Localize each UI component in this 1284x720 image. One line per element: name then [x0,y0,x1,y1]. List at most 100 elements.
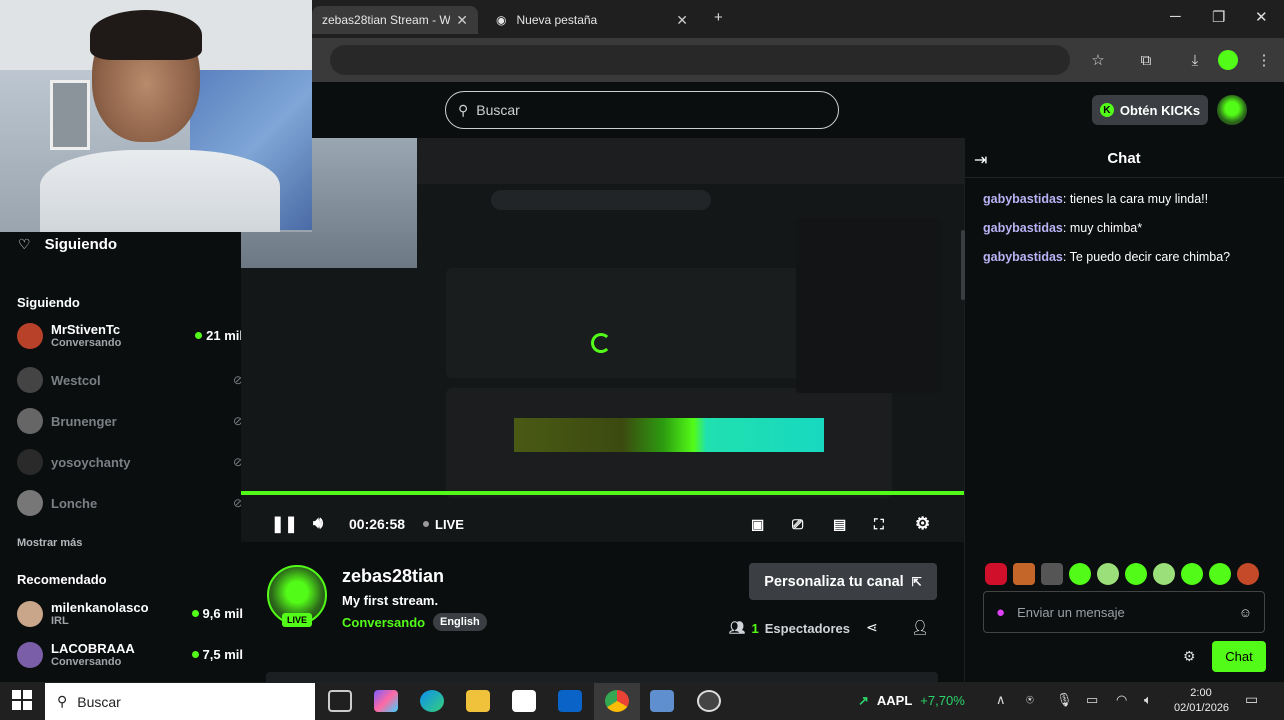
search-input[interactable]: ⚲ Buscar [445,91,839,129]
live-indicator: LIVE [423,507,464,541]
new-tab-button[interactable]: + [714,9,723,26]
clip-icon[interactable]: ⎚ [792,507,803,541]
sidebar-item-lacobraaa[interactable]: LACOBRAAA Conversando 7,5 mil [17,641,243,668]
theater-mode-icon[interactable]: ▤ [833,507,846,541]
video-progress-bar[interactable] [241,491,964,495]
sidebar-following-header[interactable]: ♡ Siguiendo [18,236,117,253]
store-icon[interactable] [512,690,536,712]
maximize-button[interactable]: ❐ [1212,8,1225,26]
emote-icon[interactable] [1153,563,1175,585]
device-icon[interactable]: ⍟ [1026,692,1034,708]
obs-icon[interactable] [697,690,721,712]
avatar [17,322,43,349]
menu-icon[interactable]: ⋮ [1252,48,1276,72]
pip-icon[interactable]: ▣ [751,507,764,541]
outlook-icon[interactable] [558,690,582,712]
loading-spinner-icon [591,333,611,353]
battery-icon[interactable]: ▭ [1086,692,1098,708]
copilot-icon[interactable] [374,690,398,712]
chrome-icon[interactable] [605,690,629,712]
users-icon: 👥︎ [729,620,746,635]
fullscreen-icon[interactable]: ⛶ [874,507,884,541]
taskbar-search-input[interactable]: ⚲ Buscar [45,683,315,720]
settings-gear-icon[interactable]: ⚙ [915,507,930,541]
emote-icon[interactable] [1069,563,1091,585]
show-more-link[interactable]: Mostrar más [17,537,82,549]
window-close-button[interactable]: ✕ [1255,8,1268,26]
language-tag[interactable]: English [433,613,487,631]
volume-icon[interactable]: 🔊︎ [313,507,323,541]
notification-icon[interactable]: ▭ [1245,691,1258,708]
emote-icon[interactable] [1097,563,1119,585]
webcam-hair [90,10,202,60]
sidebar-item-mrstiventc[interactable]: MrStivenTc Conversando 21 mil [17,322,243,349]
task-view-icon[interactable] [328,690,352,712]
channel-name[interactable]: zebas28tian [342,566,444,587]
emoji-icon[interactable]: ☺ [1239,605,1252,620]
live-dot [195,332,203,339]
emote-bar [985,563,1259,585]
video-frame-content [796,218,941,393]
scrollbar[interactable] [961,230,965,300]
avatar [17,367,43,393]
emote-icon[interactable] [1013,563,1035,585]
chat-message-input[interactable]: ● Enviar un mensaje ☺ [983,591,1265,633]
emote-icon[interactable] [1209,563,1231,585]
wifi-icon[interactable]: ◠ [1116,692,1127,708]
profile-avatar[interactable] [1218,50,1238,70]
emote-icon[interactable] [1041,563,1063,585]
avatar [17,449,43,475]
chat-settings-gear-icon[interactable]: ⚙ [1183,648,1196,665]
viewers-counter: 👥︎ 1 Espectadores [729,620,851,636]
live-dot [191,651,199,658]
webcam-shirt [40,150,280,232]
microphone-icon[interactable]: 🎙︎ [1056,692,1073,708]
follow-user-icon[interactable]: 👤︎ [911,619,929,636]
pause-icon[interactable]: ❚❚ [271,507,298,541]
close-icon[interactable]: ✕ [456,12,468,29]
chat-title: Chat [1107,150,1141,167]
star-icon[interactable]: ☆ [1086,48,1110,72]
stock-widget[interactable]: ↗ AAPL +7,70% [858,693,965,709]
emote-icon[interactable] [985,563,1007,585]
tab-label: zebas28tian Stream - Watch Liv [322,13,450,27]
sidebar-item-yosoychanty[interactable]: yosoychanty ⊘ [17,449,243,475]
app-icon[interactable] [650,690,674,712]
heart-icon: ♡ [18,236,31,252]
edge-icon[interactable] [420,690,444,712]
viewer-count: 7,5 mil [191,647,243,662]
download-icon[interactable]: ⤓ [1183,48,1207,72]
share-icon[interactable]: ⋖ [866,619,878,636]
extensions-icon[interactable]: ⧉ [1134,48,1158,72]
sidebar-item-lonche[interactable]: Lonche ⊘ [17,490,243,516]
microphone-icon[interactable]: ● [996,604,1005,621]
tab-label: Nueva pestaña [516,13,598,27]
chat-header: Chat [964,140,1284,178]
tab-stream[interactable]: zebas28tian Stream - Watch Liv ✕ [312,6,478,34]
user-avatar[interactable] [1217,95,1247,125]
tab-new[interactable]: ◉ Nueva pestaña ✕ [486,6,698,34]
omnibox[interactable] [330,45,1070,75]
emote-icon[interactable] [1181,563,1203,585]
close-icon[interactable]: ✕ [676,12,688,29]
chevron-up-icon[interactable]: ∧ [996,692,1006,708]
video-frame-content [514,418,824,452]
minimize-button[interactable]: ─ [1170,8,1181,25]
clock[interactable]: 2:00 02/01/2026 [1174,686,1229,716]
sidebar-item-brunenger[interactable]: Brunenger ⊘ [17,408,243,434]
windows-start-icon[interactable] [12,690,32,710]
file-explorer-icon[interactable] [466,690,490,712]
speaker-icon[interactable]: 🔈︎ [1144,692,1152,708]
emote-icon[interactable] [1237,563,1259,585]
collapse-chat-icon[interactable]: ⇥ [974,150,987,170]
sidebar-item-westcol[interactable]: Westcol ⊘ [17,367,243,393]
sidebar-item-milenkanolasco[interactable]: milenkanolasco IRL 9,6 mil [17,600,243,627]
video-player[interactable] [241,138,964,542]
get-kicks-button[interactable]: K Obtén KICKs [1092,95,1208,125]
chat-send-button[interactable]: Chat [1212,641,1266,672]
stream-category[interactable]: Conversando [342,615,425,630]
webcam-overlay [0,0,312,232]
customize-channel-button[interactable]: Personaliza tu canal ⇱ [749,563,937,600]
emote-icon[interactable] [1125,563,1147,585]
live-dot [423,521,429,527]
